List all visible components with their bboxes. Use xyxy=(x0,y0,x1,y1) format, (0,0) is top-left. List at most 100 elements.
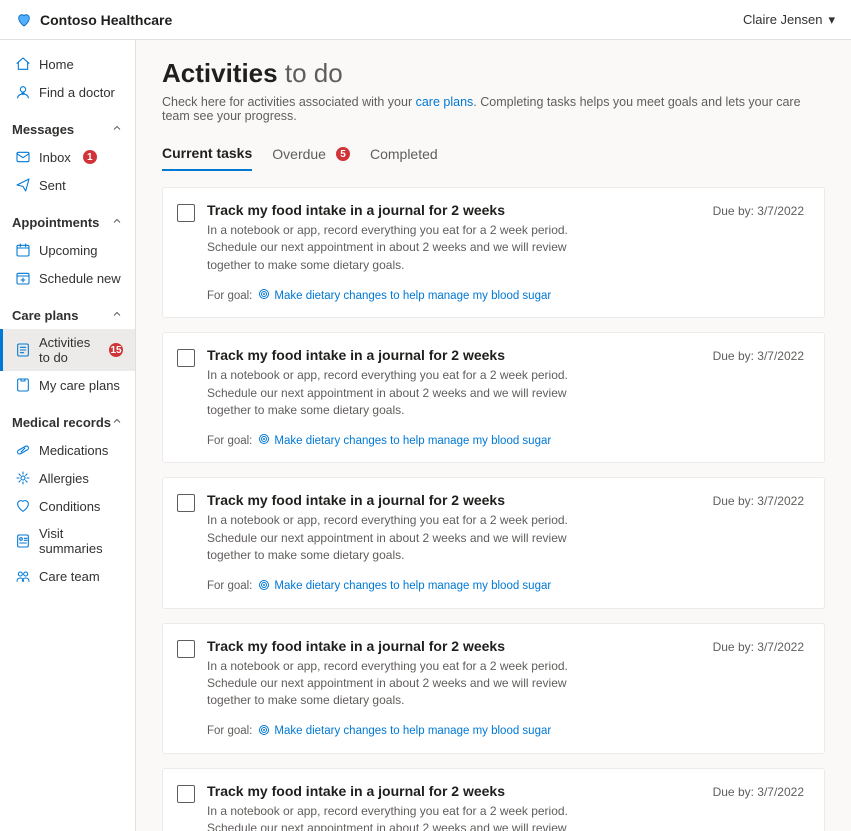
page-description: Check here for activities associated wit… xyxy=(162,95,825,123)
chevron-up-icon xyxy=(111,308,123,323)
tab-current-tasks[interactable]: Current tasks xyxy=(162,141,252,171)
user-name: Claire Jensen xyxy=(743,12,823,27)
sidebar: Home Find a doctor MessagesInbox1 Sent Appoi… xyxy=(0,40,136,831)
page-title: Activities to do xyxy=(162,58,825,89)
task-card: Track my food intake in a journal for 2 … xyxy=(162,623,825,754)
sidebar-item-home[interactable]: Home xyxy=(0,50,135,78)
task-checkbox[interactable] xyxy=(177,640,195,658)
summary-icon xyxy=(15,533,31,549)
task-card: Track my food intake in a journal for 2 … xyxy=(162,332,825,463)
heart-logo-icon xyxy=(16,12,32,28)
nav-group-title: Appointments xyxy=(12,215,99,230)
nav-group-header[interactable]: Messages xyxy=(0,116,135,143)
tab-overdue[interactable]: Overdue 5 xyxy=(272,141,350,171)
brand[interactable]: Contoso Healthcare xyxy=(16,12,172,28)
task-checkbox[interactable] xyxy=(177,349,195,367)
sidebar-item-summary[interactable]: Visit summaries xyxy=(0,520,135,562)
sidebar-item-heart[interactable]: Conditions xyxy=(0,492,135,520)
careplan-icon xyxy=(15,377,31,393)
sidebar-item-calendar-add[interactable]: Schedule new xyxy=(0,264,135,292)
sidebar-item-doctor[interactable]: Find a doctor xyxy=(0,78,135,106)
home-icon xyxy=(15,56,31,72)
task-title: Track my food intake in a journal for 2 … xyxy=(207,783,505,799)
goal-label: For goal: xyxy=(207,290,252,302)
sidebar-item-label: Activities to do xyxy=(39,335,97,365)
sidebar-item-allergy[interactable]: Allergies xyxy=(0,464,135,492)
task-due-date: Due by: 3/7/2022 xyxy=(713,785,804,799)
team-icon xyxy=(15,568,31,584)
app-header: Contoso Healthcare Claire Jensen ▾ xyxy=(0,0,851,40)
goal-link[interactable]: Make dietary changes to help manage my b… xyxy=(258,288,551,303)
heart-icon xyxy=(15,498,31,514)
tab-label: Current tasks xyxy=(162,145,252,161)
user-menu[interactable]: Claire Jensen ▾ xyxy=(743,12,835,28)
goal-link[interactable]: Make dietary changes to help manage my b… xyxy=(258,579,551,594)
goal-link[interactable]: Make dietary changes to help manage my b… xyxy=(258,433,551,448)
task-title: Track my food intake in a journal for 2 … xyxy=(207,202,505,218)
care-plans-link[interactable]: care plans xyxy=(416,95,474,109)
task-description: In a notebook or app, record everything … xyxy=(207,367,607,419)
task-title: Track my food intake in a journal for 2 … xyxy=(207,347,505,363)
task-checkbox[interactable] xyxy=(177,494,195,512)
task-due-date: Due by: 3/7/2022 xyxy=(713,640,804,654)
sidebar-item-label: Sent xyxy=(39,178,66,193)
task-goal: For goal:Make dietary changes to help ma… xyxy=(207,433,804,448)
target-icon xyxy=(258,288,270,303)
count-badge: 1 xyxy=(83,150,97,164)
goal-link[interactable]: Make dietary changes to help manage my b… xyxy=(258,724,551,739)
task-list: Track my food intake in a journal for 2 … xyxy=(162,187,825,831)
nav-group-title: Medical records xyxy=(12,415,111,430)
task-goal: For goal: Make dietary changes to help ma… xyxy=(207,724,804,739)
sidebar-item-sent[interactable]: Sent xyxy=(0,171,135,199)
task-description: In a notebook or app, record everything … xyxy=(207,658,607,710)
sidebar-item-calendar[interactable]: Upcoming xyxy=(0,236,135,264)
target-icon xyxy=(258,724,270,739)
task-description: In a notebook or app, record everything … xyxy=(207,222,607,274)
task-description: In a notebook or app, record everything … xyxy=(207,803,607,831)
sent-icon xyxy=(15,177,31,193)
goal-label: For goal: xyxy=(207,725,252,737)
tab-completed[interactable]: Completed xyxy=(370,141,438,171)
nav-group-title: Care plans xyxy=(12,308,78,323)
sidebar-item-label: Visit summaries xyxy=(39,526,123,556)
task-goal: For goal: Make dietary changes to help ma… xyxy=(207,579,804,594)
target-icon xyxy=(258,579,270,594)
goal-label: For goal: xyxy=(207,580,252,592)
nav-group-header[interactable]: Appointments xyxy=(0,209,135,236)
task-tabs: Current tasks Overdue 5 Completed xyxy=(162,141,825,171)
task-title: Track my food intake in a journal for 2 … xyxy=(207,638,505,654)
nav-group-header[interactable]: Medical records xyxy=(0,409,135,436)
count-badge: 15 xyxy=(109,343,123,357)
pill-icon xyxy=(15,442,31,458)
chevron-up-icon xyxy=(111,415,123,430)
sidebar-item-team[interactable]: Care team xyxy=(0,562,135,590)
chevron-down-icon: ▾ xyxy=(828,12,835,28)
sidebar-item-label: Medications xyxy=(39,443,108,458)
task-card: Track my food intake in a journal for 2 … xyxy=(162,187,825,318)
task-checkbox[interactable] xyxy=(177,204,195,222)
chevron-up-icon xyxy=(111,122,123,137)
sidebar-item-careplan[interactable]: My care plans xyxy=(0,371,135,399)
brand-name: Contoso Healthcare xyxy=(40,12,172,28)
task-checkbox[interactable] xyxy=(177,785,195,803)
sidebar-item-pill[interactable]: Medications xyxy=(0,436,135,464)
chevron-up-icon xyxy=(111,215,123,230)
count-badge: 5 xyxy=(336,147,350,161)
doctor-icon xyxy=(15,84,31,100)
task-description: In a notebook or app, record everything … xyxy=(207,512,607,564)
sidebar-item-label: Care team xyxy=(39,569,100,584)
sidebar-item-inbox[interactable]: Inbox1 xyxy=(0,143,135,171)
sidebar-item-activities[interactable]: Activities to do 15 xyxy=(0,329,135,371)
task-goal: For goal: Make dietary changes to help ma… xyxy=(207,288,804,303)
tab-label: Completed xyxy=(370,146,438,162)
task-due-date: Due by: 3/7/2022 xyxy=(713,349,804,363)
nav-group-header[interactable]: Care plans xyxy=(0,302,135,329)
task-card: Track my food intake in a journal for 2 … xyxy=(162,768,825,831)
sidebar-item-label: Upcoming xyxy=(39,243,98,258)
task-due-date: Due by: 3/7/2022 xyxy=(713,204,804,218)
allergy-icon xyxy=(15,470,31,486)
tab-label: Overdue xyxy=(272,146,326,162)
calendar-icon xyxy=(15,242,31,258)
main-content: Activities to do Check here for activiti… xyxy=(136,40,851,831)
sidebar-item-label: Find a doctor xyxy=(39,85,115,100)
